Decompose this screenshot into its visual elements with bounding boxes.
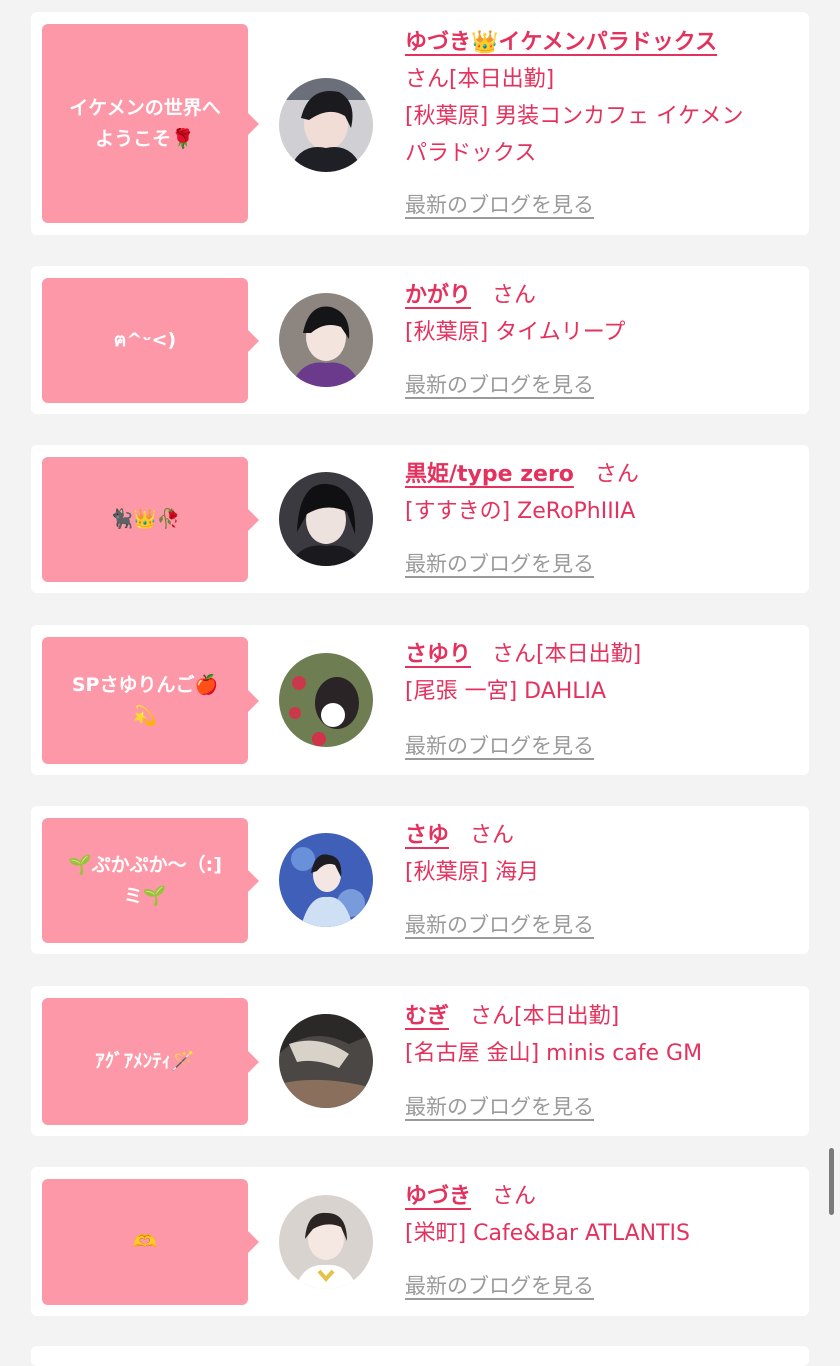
avatar[interactable] bbox=[279, 78, 373, 172]
cast-name-link[interactable]: さゆり bbox=[405, 642, 471, 667]
scrollbar-thumb[interactable] bbox=[829, 1148, 834, 1215]
cast-name-link[interactable]: 黒姫/type zero bbox=[405, 462, 574, 487]
latest-blog-link[interactable]: 最新のブログを見る bbox=[405, 549, 594, 579]
profile-card: 🫶 ゆづき さん [栄町] Cafe&Bar ATLANTIS 最新のブログを見… bbox=[31, 1167, 809, 1316]
comment-bubble: イケメンの世界へ ようこそ🌹 bbox=[42, 24, 259, 223]
avatar[interactable] bbox=[279, 653, 373, 747]
comment-bubble: 🫶 bbox=[42, 1179, 259, 1305]
comment-line: SPさゆりんご🍎 bbox=[71, 673, 219, 696]
cast-name-link[interactable]: むぎ bbox=[405, 1004, 449, 1029]
shop-text: [尾張 一宮] DAHLIA bbox=[405, 679, 607, 704]
status-text: さん bbox=[492, 283, 537, 308]
cast-name-link[interactable]: さゆ bbox=[405, 823, 449, 848]
comment-bubble: 🌱ぷかぷか〜（:] ミ🌱 bbox=[42, 818, 259, 943]
shop-text: パラドックス bbox=[405, 141, 537, 166]
profile-card: 🌱ぷかぷか〜（:] ミ🌱 さゆ さん [秋葉原] 海月 最新のブログを見る bbox=[31, 806, 809, 954]
comment-line: 🫶 bbox=[133, 1230, 157, 1253]
cast-name-link[interactable]: ゆづき bbox=[405, 1184, 471, 1209]
comment-bubble: ฅ^ᵕ<) bbox=[42, 278, 259, 403]
status-text: さん bbox=[492, 1184, 537, 1209]
status-text: さん[本日出勤] bbox=[492, 642, 642, 667]
status-text: さん[本日出勤] bbox=[470, 1004, 620, 1029]
shop-text: [名古屋 金山] minis cafe GM bbox=[405, 1041, 703, 1066]
comment-line: ｱｸﾞｱﾒﾝﾃｨ🪄 bbox=[95, 1050, 195, 1072]
profile-card: ฅ^ᵕ<) かがり さん [秋葉原] タイムリープ 最新のブログを見る bbox=[31, 266, 809, 414]
status-text: さん bbox=[470, 823, 515, 848]
status-text: さん[本日出勤] bbox=[405, 67, 555, 92]
profile-card: 🐈‍⬛👑🥀 黒姫/type zero さん [すすきの] ZeRoPhIIIA … bbox=[31, 445, 809, 593]
latest-blog-link[interactable]: 最新のブログを見る bbox=[405, 910, 594, 940]
shop-text: [秋葉原] タイムリープ bbox=[405, 320, 626, 345]
cast-name-link[interactable]: かがり bbox=[405, 283, 471, 308]
avatar[interactable] bbox=[279, 833, 373, 927]
shop-text: [秋葉原] 男装コンカフェ イケメン bbox=[405, 104, 744, 129]
profile-card: SPさゆりんご🍎 💫 さゆり さん[本日出勤] [尾張 一宮] DAHLIA 最… bbox=[31, 625, 809, 775]
profile-card: ｱｸﾞｱﾒﾝﾃｨ🪄 むぎ さん[本日出勤] [名古屋 金山] minis caf… bbox=[31, 986, 809, 1136]
profile-card-partial bbox=[31, 1346, 809, 1366]
latest-blog-link[interactable]: 最新のブログを見る bbox=[405, 1271, 594, 1301]
comment-bubble: ｱｸﾞｱﾒﾝﾃｨ🪄 bbox=[42, 998, 259, 1125]
latest-blog-link[interactable]: 最新のブログを見る bbox=[405, 370, 594, 400]
comment-line: 🌱ぷかぷか〜（:] bbox=[68, 853, 222, 876]
latest-blog-link[interactable]: 最新のブログを見る bbox=[405, 731, 594, 761]
comment-line: ミ🌱 bbox=[123, 884, 167, 907]
avatar[interactable] bbox=[279, 1195, 373, 1289]
cast-name-link[interactable]: ゆづき👑イケメンパラドックス bbox=[405, 30, 717, 55]
comment-line: 🐈‍⬛👑🥀 bbox=[109, 508, 181, 530]
shop-text: [栄町] Cafe&Bar ATLANTIS bbox=[405, 1221, 690, 1246]
status-text: さん bbox=[594, 462, 639, 487]
comment-line: ฅ^ᵕ<) bbox=[113, 329, 177, 351]
avatar[interactable] bbox=[279, 293, 373, 387]
shop-text: [すすきの] ZeRoPhIIIA bbox=[405, 499, 636, 524]
comment-line: ようこそ🌹 bbox=[95, 127, 195, 150]
comment-bubble: SPさゆりんご🍎 💫 bbox=[42, 637, 259, 764]
comment-bubble: 🐈‍⬛👑🥀 bbox=[42, 457, 259, 582]
latest-blog-link[interactable]: 最新のブログを見る bbox=[405, 190, 594, 220]
comment-line: イケメンの世界へ bbox=[69, 96, 221, 119]
profile-card: イケメンの世界へ ようこそ🌹 ゆづき👑イケメンパラドックス さん[本日出勤] [… bbox=[31, 12, 809, 235]
latest-blog-link[interactable]: 最新のブログを見る bbox=[405, 1092, 594, 1122]
avatar[interactable] bbox=[279, 1014, 373, 1108]
avatar[interactable] bbox=[279, 472, 373, 566]
shop-text: [秋葉原] 海月 bbox=[405, 860, 540, 885]
comment-line: 💫 bbox=[133, 704, 157, 727]
